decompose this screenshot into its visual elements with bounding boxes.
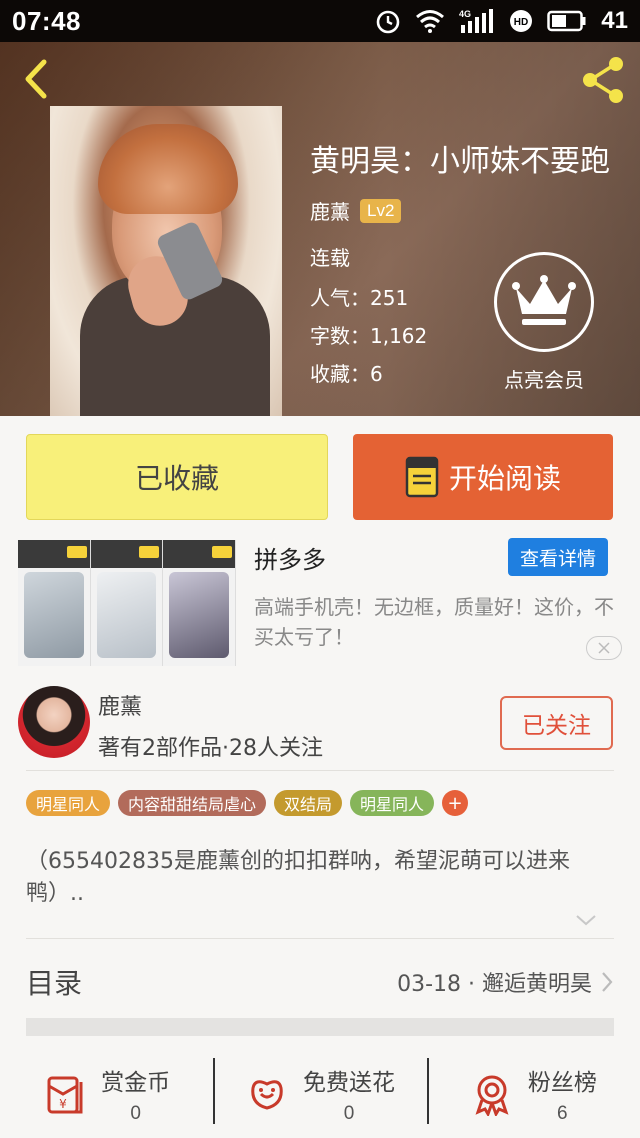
flower-icon — [251, 1080, 283, 1110]
crown-icon — [494, 252, 594, 352]
battery-percent: 41 — [601, 7, 628, 34]
latest-chapter-text: 03-18 · 邂逅黄明昊 — [397, 972, 592, 997]
ad-description: 高端手机壳！无边框，质量好！这价，不买太亏了！ — [254, 595, 614, 649]
medal-icon — [475, 1075, 509, 1116]
start-reading-label: 开始阅读 — [448, 462, 561, 495]
send-flower-count: 0 — [343, 1103, 355, 1124]
cellular-signal-icon: 4G — [459, 8, 495, 34]
book-icon — [405, 456, 439, 498]
author-avatar[interactable] — [18, 686, 90, 758]
member-label: 点亮会员 — [504, 368, 584, 392]
reward-coins-count: 0 — [130, 1103, 141, 1124]
start-reading-button[interactable]: 开始阅读 — [353, 434, 613, 520]
hd-label: HD — [514, 17, 528, 28]
fan-ranking-button[interactable]: 粉丝榜 6 — [426, 1050, 640, 1138]
tag-pill[interactable]: 明星同人 — [26, 790, 111, 816]
ad-close-button[interactable] — [586, 636, 622, 660]
level-badge: Lv2 — [360, 198, 402, 223]
send-flower-button[interactable]: 免费送花 0 — [213, 1050, 426, 1138]
tag-list: 明星同人 内容甜甜结局虐心 双结局 明星同人 + — [26, 790, 469, 816]
member-button[interactable]: 点亮会员 — [494, 252, 594, 393]
ad-title: 拼多多 — [254, 546, 326, 574]
fan-ranking-count: 6 — [557, 1103, 568, 1124]
ad-detail-button[interactable]: 查看详情 — [508, 538, 608, 576]
section-separator — [26, 1018, 614, 1036]
header-author-line: 鹿薰 Lv2 — [310, 196, 402, 225]
chevron-left-icon — [25, 59, 47, 99]
tag-pill[interactable]: 内容甜甜结局虐心 — [118, 790, 267, 816]
author-name[interactable]: 鹿薰 — [98, 689, 142, 721]
author-stats: 著有2部作品·28人关注 — [98, 736, 323, 761]
book-favorites: 收藏：6 — [310, 362, 383, 386]
collected-label: 已收藏 — [134, 462, 219, 495]
collected-button[interactable]: 已收藏 — [26, 434, 328, 520]
latest-chapter[interactable]: 03-18 · 邂逅黄明昊 — [397, 966, 614, 998]
red-envelope-icon: ¥ — [47, 1076, 83, 1114]
send-flower-label: 免费送花 — [302, 1070, 395, 1096]
expand-summary-button[interactable] — [574, 912, 598, 928]
status-bar: 07:48 4G HD 41 — [0, 0, 640, 42]
share-button[interactable] — [578, 54, 630, 106]
reward-coins-label: 赏金币 — [101, 1070, 171, 1096]
table-of-contents-row[interactable]: 目录 03-18 · 邂逅黄明昊 — [26, 958, 614, 1006]
ad-image[interactable] — [18, 540, 237, 666]
book-summary[interactable]: （655402835是鹿薰创的扣扣群呐，希望泥萌可以进来鸭）.. — [26, 846, 616, 910]
signal-4g-label: 4G — [459, 9, 471, 19]
battery-icon — [547, 10, 587, 32]
book-cover-image[interactable] — [50, 106, 282, 416]
follow-button[interactable]: 已关注 — [500, 696, 613, 750]
svg-text:¥: ¥ — [59, 1097, 67, 1111]
tag-pill[interactable]: 明星同人 — [350, 790, 435, 816]
book-popularity: 人气：251 — [310, 286, 409, 310]
hd-icon: HD — [509, 9, 533, 33]
book-title: 黄明昊：小师妹不要跑 — [310, 144, 610, 179]
chevron-down-icon — [576, 915, 596, 926]
add-tag-button[interactable]: + — [442, 790, 469, 816]
wifi-icon — [415, 9, 445, 33]
book-word-count: 字数：1,162 — [310, 324, 428, 348]
toc-label: 目录 — [26, 967, 83, 1000]
bottom-action-bar: ¥ 赏金币 0 免费送花 0 粉丝榜 6 — [0, 1050, 640, 1138]
status-icons: 4G HD 41 — [375, 7, 628, 35]
reward-coins-button[interactable]: ¥ 赏金币 0 — [0, 1050, 213, 1138]
chevron-right-icon — [602, 972, 613, 992]
close-icon — [598, 642, 610, 654]
alarm-icon — [375, 8, 401, 34]
status-time: 07:48 — [12, 5, 81, 36]
fan-ranking-label: 粉丝榜 — [527, 1070, 597, 1096]
tag-pill[interactable]: 双结局 — [274, 790, 343, 816]
book-status: 连载 — [310, 246, 350, 270]
header-author-name[interactable]: 鹿薰 — [310, 196, 350, 225]
book-header: 黄明昊：小师妹不要跑 鹿薰 Lv2 连载 人气：251 字数：1,162 收藏：… — [0, 42, 640, 416]
back-button[interactable] — [18, 56, 58, 102]
divider — [26, 770, 614, 771]
divider — [26, 938, 614, 939]
share-icon — [583, 57, 623, 103]
